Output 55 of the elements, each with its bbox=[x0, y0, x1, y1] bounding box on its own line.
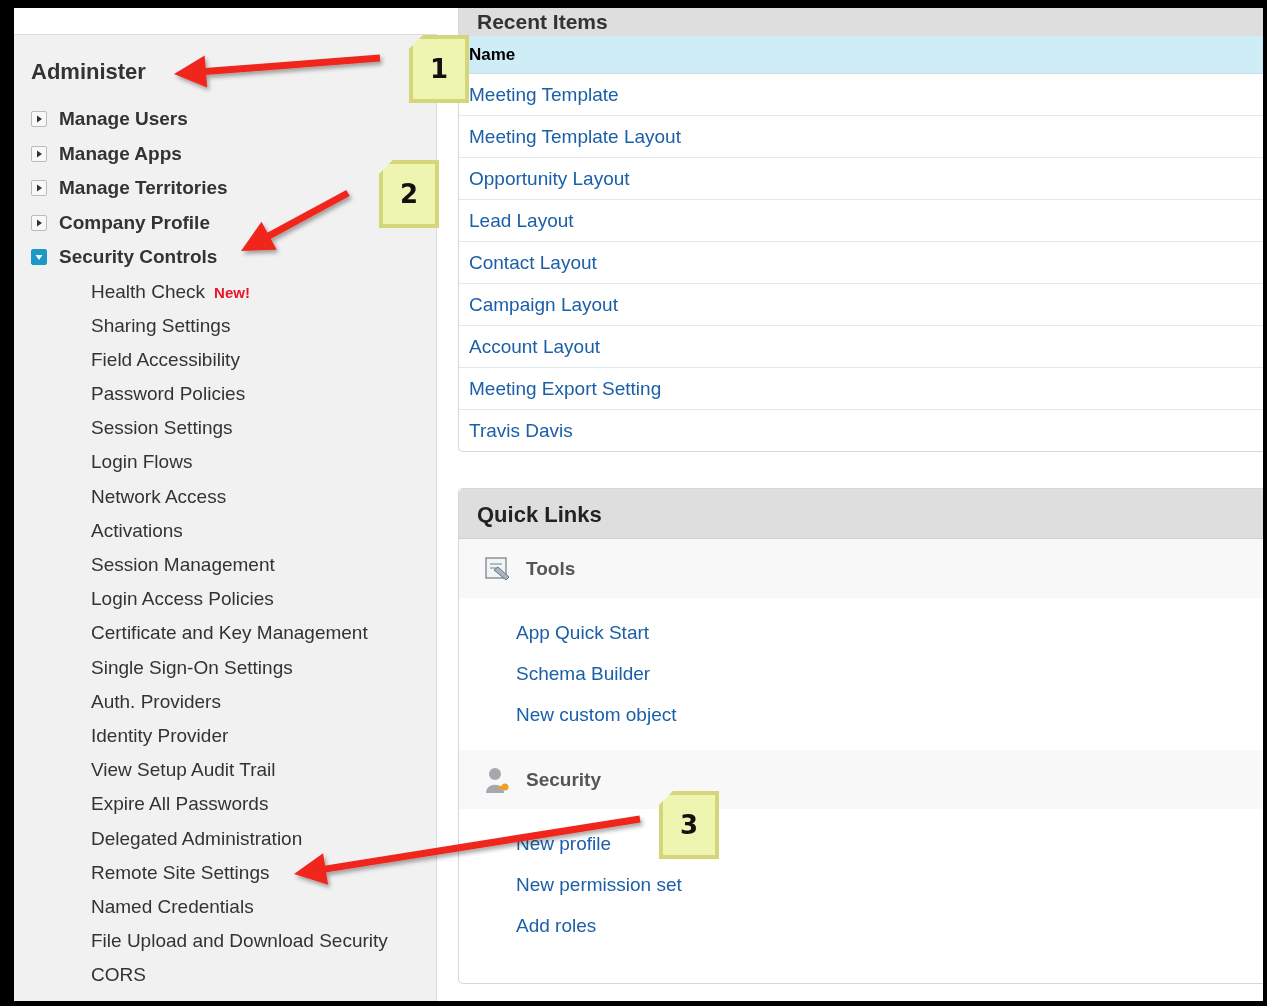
sidebar-item[interactable]: Single Sign-On Settings bbox=[91, 650, 293, 685]
quick-link[interactable]: New permission set bbox=[516, 864, 682, 905]
expand-toggle-icon[interactable] bbox=[31, 180, 47, 197]
recent-item-link[interactable]: Travis Davis bbox=[469, 420, 573, 441]
recent-item-link[interactable]: Account Layout bbox=[469, 336, 600, 357]
recent-item-link[interactable]: Campaign Layout bbox=[469, 294, 618, 315]
recent-item-link[interactable]: Lead Layout bbox=[469, 210, 574, 231]
sidebar-section[interactable]: Manage Territories bbox=[59, 177, 228, 200]
sidebar-item[interactable]: Sharing Settings bbox=[91, 308, 231, 343]
panel-title: Recent Items bbox=[477, 9, 608, 35]
sidebar-item[interactable]: Field Accessibility bbox=[91, 342, 240, 378]
recent-item-link[interactable]: Contact Layout bbox=[469, 252, 597, 273]
sidebar-title: Administer bbox=[31, 59, 146, 85]
sidebar-item[interactable]: Login Flows bbox=[91, 445, 193, 480]
sidebar-item[interactable]: Session Settings bbox=[91, 411, 233, 446]
expand-toggle-icon[interactable] bbox=[31, 214, 47, 231]
group-title: Tools bbox=[526, 557, 576, 580]
tools-icon bbox=[484, 555, 512, 582]
recent-item-link[interactable]: Meeting Template Layout bbox=[469, 126, 681, 147]
callout-note: 1 bbox=[409, 35, 469, 103]
sidebar-item[interactable]: View Setup Audit Trail bbox=[91, 753, 276, 788]
sidebar-item[interactable]: Identity Provider bbox=[91, 718, 229, 754]
quick-link[interactable]: App Quick Start bbox=[516, 612, 650, 653]
sidebar-item[interactable]: Delegated Administration bbox=[91, 821, 303, 856]
sidebar-item[interactable]: Login Access Policies bbox=[91, 582, 274, 617]
sidebar-item[interactable]: Remote Site Settings bbox=[91, 855, 270, 890]
sidebar-section[interactable]: Manage Apps bbox=[59, 142, 182, 165]
sidebar-item[interactable]: Network Access bbox=[91, 479, 227, 514]
sidebar-item[interactable]: Session Management bbox=[91, 548, 275, 583]
sidebar-item[interactable]: Activations bbox=[91, 513, 183, 548]
expand-toggle-icon[interactable] bbox=[31, 145, 47, 162]
quick-link[interactable]: Add roles bbox=[516, 905, 597, 946]
sidebar-item[interactable]: Password Policies bbox=[91, 377, 246, 412]
sidebar-section[interactable]: Company Profile bbox=[59, 211, 210, 234]
recent-item-link[interactable]: Opportunity Layout bbox=[469, 168, 630, 189]
quick-link[interactable]: Schema Builder bbox=[516, 653, 651, 694]
sidebar-item[interactable]: File Upload and Download Security bbox=[91, 924, 388, 959]
group-title: Security bbox=[526, 768, 601, 791]
panel-title: Quick Links bbox=[477, 502, 602, 527]
sidebar-section[interactable]: Security Controls bbox=[59, 246, 218, 269]
recent-item-link[interactable]: Meeting Export Setting bbox=[469, 378, 662, 399]
expand-toggle-icon[interactable] bbox=[31, 249, 47, 266]
sidebar-item[interactable]: CORS bbox=[91, 958, 146, 993]
sidebar-item[interactable]: Expire All Passwords bbox=[91, 787, 269, 822]
sidebar-item[interactable]: Auth. Providers bbox=[91, 684, 221, 719]
sidebar-section[interactable]: Manage Users bbox=[59, 108, 188, 131]
recent-item-link[interactable]: Meeting Template bbox=[469, 84, 619, 105]
callout-note: 2 bbox=[379, 160, 439, 228]
callout-note: 3 bbox=[659, 791, 719, 859]
sidebar-item[interactable]: Certificate and Key Management bbox=[91, 616, 368, 651]
quick-link[interactable]: New custom object bbox=[516, 694, 677, 735]
expand-toggle-icon[interactable] bbox=[31, 111, 47, 128]
new-label: New! bbox=[214, 282, 250, 303]
sidebar-item[interactable]: Named Credentials bbox=[91, 889, 254, 925]
sidebar-item[interactable]: Health Check bbox=[91, 274, 206, 309]
